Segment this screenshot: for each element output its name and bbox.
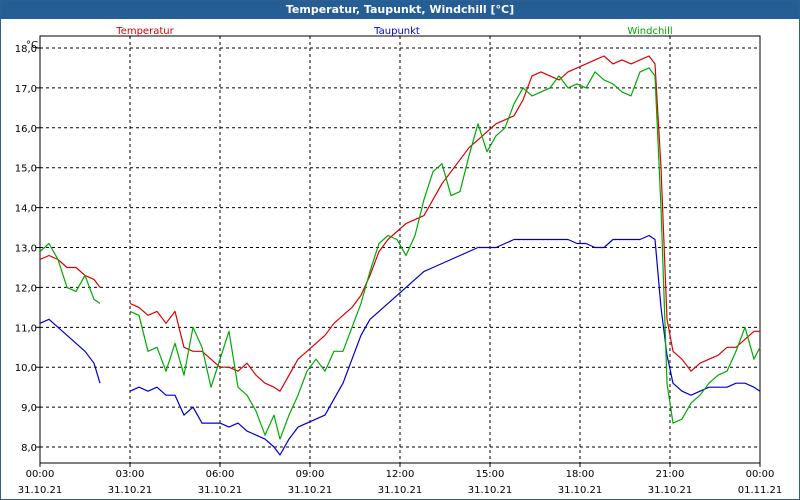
x-tick-date: 31.10.21	[558, 485, 603, 496]
x-tick-date: 01.11.21	[738, 485, 783, 496]
x-tick-time: 21:00	[656, 469, 685, 480]
x-tick-time: 06:00	[206, 469, 235, 480]
x-tick-date: 31.10.21	[198, 485, 243, 496]
x-tick-time: 15:00	[476, 469, 505, 480]
grid-lines	[40, 36, 760, 463]
x-tick-date: 31.10.21	[648, 485, 693, 496]
series-line-windchill	[39, 242, 101, 304]
series-line-taupunkt	[39, 318, 101, 384]
y-tick-label: 9,0	[21, 403, 37, 414]
y-tick-label: 13,0	[15, 244, 37, 255]
x-tick-time: 03:00	[116, 469, 145, 480]
y-tick-label: 16,0	[15, 124, 37, 135]
x-tick-time: 09:00	[296, 469, 325, 480]
y-tick-label: 12,0	[15, 283, 37, 294]
y-axis-label: °C	[26, 40, 38, 51]
x-tick-time: 18:00	[566, 469, 595, 480]
x-tick-date: 31.10.21	[18, 485, 63, 496]
x-tick-labels: 00:00 31.10.21 03:00 31.10.21 06:00 31.10.21 0…	[18, 469, 783, 496]
x-tick-time: 12:00	[386, 469, 415, 480]
x-tick-date: 31.10.21	[108, 485, 153, 496]
y-tick-label: 8,0	[21, 443, 37, 454]
y-tick-label: 14,0	[15, 204, 37, 215]
legend-item-taupunkt: Taupunkt	[373, 26, 420, 37]
legend: Temperatur Taupunkt Windchill	[115, 26, 672, 37]
y-tick-labels: 8,09,010,011,012,013,014,015,016,017,018…	[15, 44, 37, 454]
series-line-windchill	[129, 67, 761, 440]
legend-item-windchill: Windchill	[627, 26, 672, 37]
x-tick-time: 00:00	[746, 469, 775, 480]
line-chart: 8,0 9,0 10,0 11,0 12,0 13,0 14,0 15,0 16,0 17,0 18…	[15, 26, 783, 496]
y-tick-label: 11,0	[15, 323, 37, 334]
x-tick-time: 00:00	[26, 469, 55, 480]
x-tick-date: 31.10.21	[468, 485, 513, 496]
y-tick-label: 15,0	[15, 164, 37, 175]
legend-item-temperatur: Temperatur	[115, 26, 174, 37]
y-tick-label: 10,0	[15, 363, 37, 374]
x-tick-date: 31.10.21	[288, 485, 333, 496]
x-tick-date: 31.10.21	[378, 485, 423, 496]
axes	[36, 35, 761, 467]
y-tick-label: 17,0	[15, 84, 37, 95]
series-line-temperatur	[39, 254, 101, 288]
